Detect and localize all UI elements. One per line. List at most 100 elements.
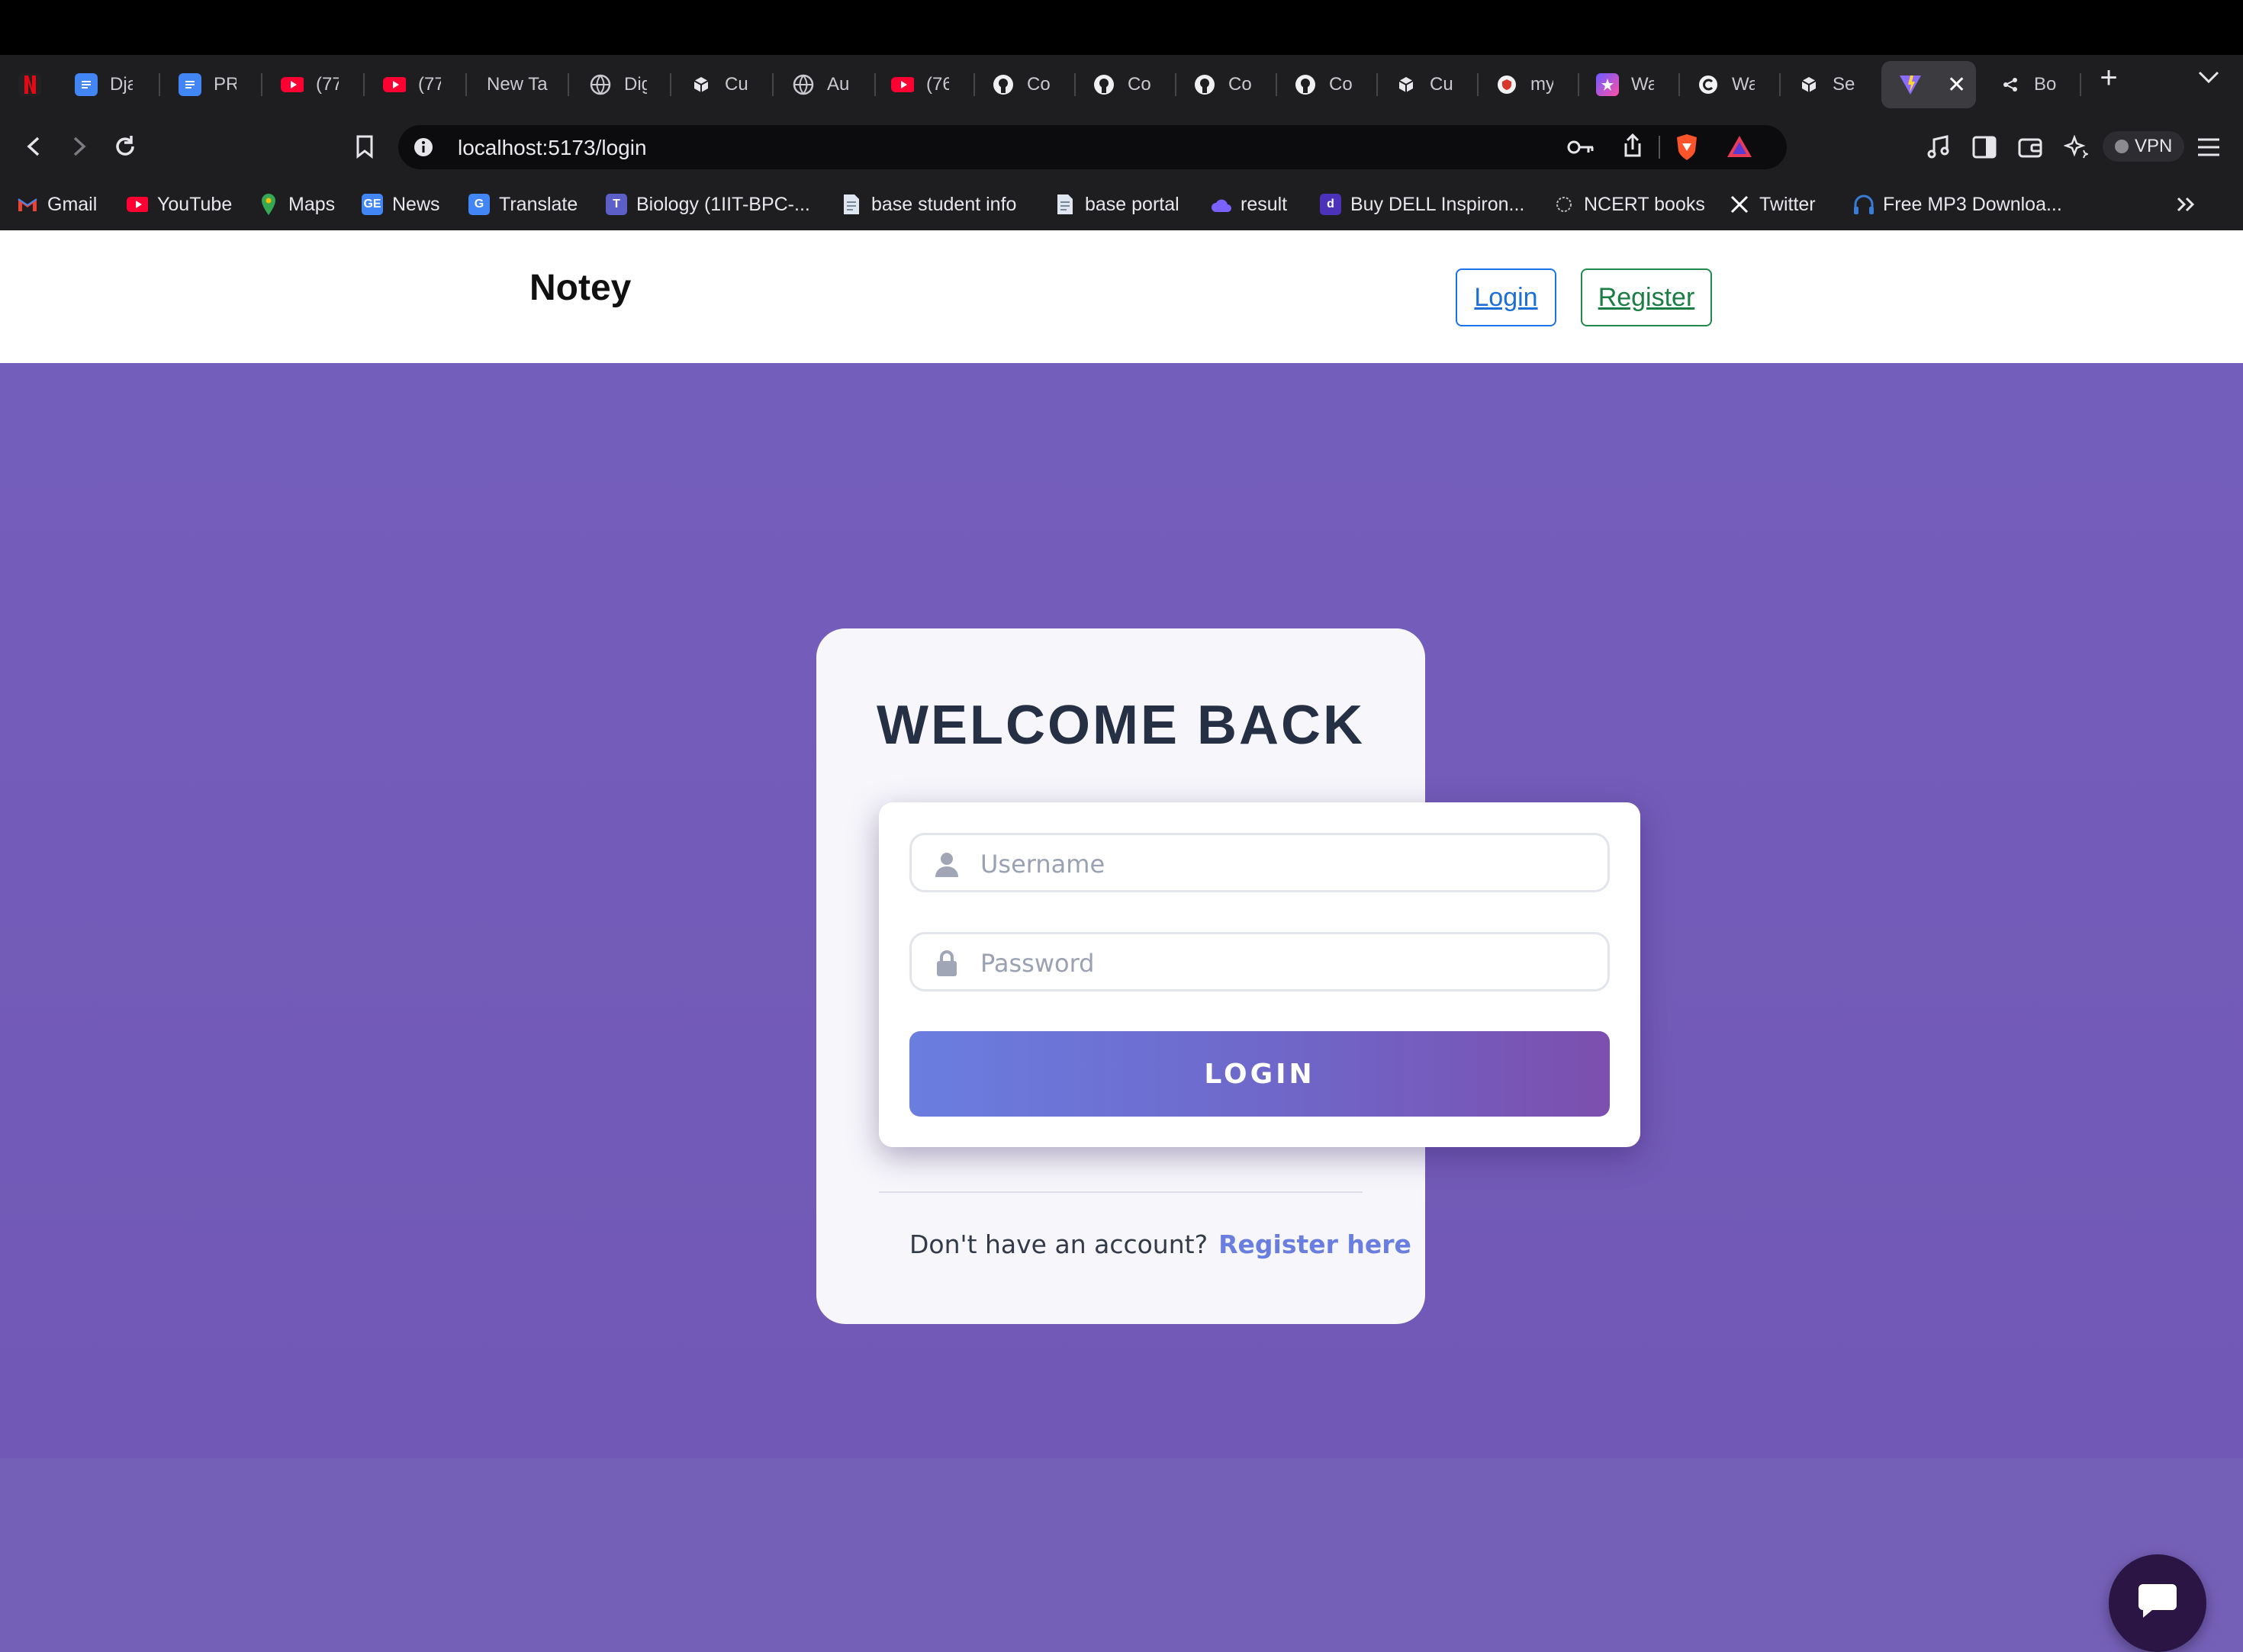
username-input[interactable]	[979, 843, 1592, 885]
star-icon	[1596, 73, 1619, 96]
bookmark-label: Twitter	[1759, 193, 1816, 215]
tab-item[interactable]: Cu	[690, 61, 758, 108]
tab-item[interactable]: (77	[383, 61, 452, 108]
bookmark-label: Buy DELL Inspiron...	[1350, 193, 1525, 215]
page-viewport: Notey Login Register WELCOME BACK LOGIN …	[0, 230, 2243, 1652]
tab-separator	[874, 73, 876, 96]
key-icon[interactable]	[1567, 137, 1595, 161]
site-info-icon[interactable]	[414, 137, 433, 161]
tab-separator	[159, 73, 160, 96]
tab-item[interactable]: Co	[1193, 61, 1262, 108]
bookmark-label: result	[1241, 193, 1288, 215]
forward-button[interactable]	[64, 131, 95, 162]
bookmark-label: NCERT books	[1584, 193, 1705, 215]
share-icon[interactable]	[1622, 133, 1643, 162]
tab-item[interactable]: my	[1495, 61, 1564, 108]
tab-separator	[2080, 73, 2081, 96]
bookmark-translate[interactable]: G Translate	[468, 189, 578, 220]
tab-separator	[1678, 73, 1680, 96]
tab-separator	[1578, 73, 1579, 96]
bookmark-base-portal[interactable]: base portal	[1054, 189, 1179, 220]
bookmark-biology[interactable]: T Biology (1IIT-BPC-...	[606, 189, 810, 220]
tab-item[interactable]: Co	[992, 61, 1060, 108]
tab-list-chevron-icon[interactable]	[2197, 70, 2220, 88]
tab-close-icon[interactable]: ✕	[1947, 72, 1966, 98]
vpn-button[interactable]: VPN	[2103, 131, 2185, 162]
tab-item[interactable]: Co	[1093, 61, 1161, 108]
youtube-icon	[127, 194, 148, 215]
tab-strip: Dja PR( (77 (77 New Ta Dig Cu Au (76	[0, 55, 2243, 116]
tab-item[interactable]: (77	[281, 61, 349, 108]
password-input[interactable]	[979, 942, 1592, 985]
back-button[interactable]	[18, 131, 49, 162]
leo-ai-icon[interactable]	[2061, 133, 2090, 162]
bookmark-free-mp3[interactable]: Free MP3 Downloa...	[1852, 189, 2062, 220]
tab-item[interactable]: PR(	[179, 61, 247, 108]
bookmark-twitter[interactable]: Twitter	[1729, 189, 1816, 220]
tab-item[interactable]: New Ta	[487, 61, 557, 108]
window-top-bar	[0, 0, 2243, 55]
bookmark-label: Maps	[288, 193, 336, 215]
reload-button[interactable]	[110, 131, 140, 162]
nav-register-link[interactable]: Register	[1581, 268, 1712, 326]
news-icon: GE	[362, 194, 383, 215]
tab-separator	[568, 73, 569, 96]
signup-prompt: Don't have an account? Register here	[909, 1229, 1411, 1259]
nav-login-link[interactable]: Login	[1456, 268, 1556, 326]
register-here-link[interactable]: Register here	[1218, 1229, 1411, 1259]
bookmark-base-student-info[interactable]: base student info	[841, 189, 1016, 220]
bookmark-maps[interactable]: Maps	[258, 189, 335, 220]
address-bar[interactable]: localhost:5173/login	[398, 125, 1787, 169]
tab-item[interactable]: Dig	[589, 61, 658, 108]
c-icon	[1697, 73, 1720, 96]
bookmark-dell[interactable]: d Buy DELL Inspiron...	[1320, 189, 1524, 220]
bookmark-label: Free MP3 Downloa...	[1883, 193, 2062, 215]
tab-item[interactable]: Co	[1294, 61, 1363, 108]
login-button[interactable]: LOGIN	[909, 1031, 1610, 1117]
sidebar-icon[interactable]	[1970, 133, 1999, 162]
bookmark-gmail[interactable]: Gmail	[17, 189, 97, 220]
tab-item[interactable]: Cu	[1395, 61, 1463, 108]
bookmarks-bar: Gmail YouTube Maps GE News G Translate T…	[0, 178, 2243, 231]
tab-separator	[1276, 73, 1277, 96]
user-icon	[933, 850, 961, 878]
tab-item[interactable]: Wa	[1697, 61, 1765, 108]
brave-shields-icon[interactable]	[1674, 133, 1700, 166]
tab-item[interactable]: Se	[1797, 61, 1866, 108]
tab-netflix[interactable]	[6, 61, 53, 108]
password-field[interactable]	[909, 932, 1610, 992]
gmail-icon	[17, 194, 38, 215]
tab-separator	[670, 73, 671, 96]
bookmark-icon[interactable]	[349, 131, 380, 162]
doc-icon	[1054, 194, 1076, 215]
tab-item[interactable]: Bo	[1999, 61, 2068, 108]
bookmark-label: Gmail	[47, 193, 98, 215]
login-form: LOGIN	[879, 802, 1640, 1147]
chat-bubble-icon	[2137, 1583, 2178, 1625]
media-icon[interactable]	[1924, 133, 1953, 162]
username-field[interactable]	[909, 833, 1610, 892]
bookmark-result[interactable]: result	[1210, 189, 1287, 220]
tab-item[interactable]: Wa	[1596, 61, 1665, 108]
doc-icon	[841, 194, 862, 215]
new-tab-button[interactable]: +	[2095, 63, 2122, 93]
bookmark-youtube[interactable]: YouTube	[127, 189, 232, 220]
github-icon	[1193, 73, 1216, 96]
bookmark-news[interactable]: GE News	[362, 189, 440, 220]
globe-icon	[792, 73, 815, 96]
hamburger-menu-icon[interactable]	[2194, 133, 2223, 162]
tab-item[interactable]: Dja	[75, 61, 143, 108]
brand-logo[interactable]: Notey	[529, 267, 631, 309]
bookmark-ncert[interactable]: NCERT books	[1553, 189, 1705, 220]
chat-button[interactable]	[2109, 1554, 2206, 1652]
brave-rewards-icon[interactable]	[1726, 134, 1753, 162]
cloud-icon	[1210, 194, 1231, 215]
tab-active-login[interactable]: ✕	[1881, 61, 1976, 108]
wallet-icon[interactable]	[2016, 133, 2045, 162]
vpn-status-icon	[2115, 140, 2129, 153]
docs-icon	[75, 73, 98, 96]
more-bookmarks-chevron-icon[interactable]	[2176, 189, 2197, 220]
tab-item[interactable]: (76	[891, 61, 960, 108]
lock-icon	[933, 950, 961, 977]
tab-item[interactable]: Au	[792, 61, 861, 108]
